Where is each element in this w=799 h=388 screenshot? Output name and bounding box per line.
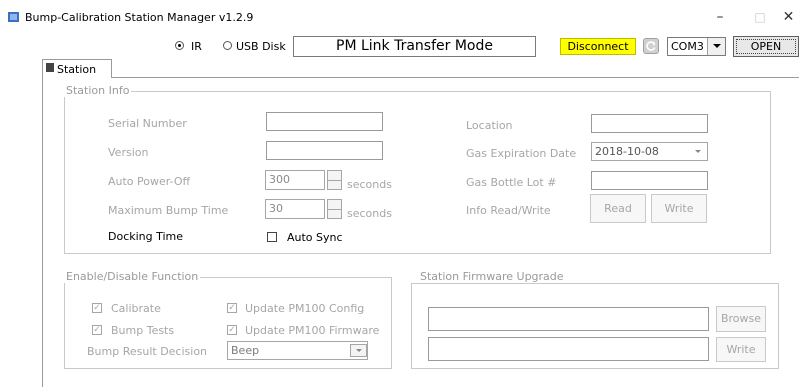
gas-expiration-label: Gas Expiration Date [466,147,577,160]
firmware-status-field[interactable] [428,337,709,361]
update-firmware-label: Update PM100 Firmware [245,324,380,337]
max-bump-time-input[interactable]: 30 [265,199,325,219]
max-bump-time-stepper[interactable] [327,199,342,219]
refresh-icon[interactable] [643,38,659,54]
gas-bottle-lot-label: Gas Bottle Lot # [466,176,557,189]
station-icon [46,63,54,72]
update-firmware-checkbox[interactable]: ✓ [227,325,237,335]
calibrate-label: Calibrate [111,302,161,315]
radio-ir-label: IR [191,40,202,53]
auto-power-off-input[interactable]: 300 [265,170,325,190]
version-label: Version [108,146,149,159]
read-button[interactable]: Read [590,194,646,223]
bump-tests-checkbox[interactable]: ✓ [92,325,102,335]
write-button[interactable]: Write [651,194,707,223]
tab-station-label: Station [57,63,97,76]
max-bump-time-label: Maximum Bump Time [108,204,229,217]
version-field[interactable] [266,141,383,160]
maximize-button[interactable]: □ [745,6,775,28]
bump-tests-label: Bump Tests [111,324,175,337]
auto-sync-label: Auto Sync [287,231,343,244]
radio-usb-disk[interactable] [223,41,232,50]
radio-ir[interactable] [175,41,184,50]
update-config-checkbox[interactable]: ✓ [227,303,237,313]
firmware-upgrade-title: Station Firmware Upgrade [418,270,566,283]
max-bump-time-unit: seconds [347,207,392,220]
station-info-title: Station Info [64,84,132,97]
minimize-button[interactable]: – [705,6,735,28]
location-label: Location [466,119,513,132]
auto-power-off-stepper[interactable] [327,170,342,190]
serial-number-label: Serial Number [108,117,187,130]
chevron-down-icon[interactable] [707,38,725,55]
bump-result-decision-label: Bump Result Decision [87,345,208,358]
docking-time-label: Docking Time [108,230,184,243]
enable-disable-title: Enable/Disable Function [64,270,201,283]
transfer-mode-display: PM Link Transfer Mode [293,36,536,57]
chevron-down-icon[interactable] [689,145,706,158]
connection-status-badge: Disconnect [560,38,636,55]
chevron-down-icon[interactable] [350,344,367,357]
info-read-write-label: Info Read/Write [466,204,551,217]
window-title: Bump-Calibration Station Manager v1.2.9 [25,11,254,24]
firmware-write-button[interactable]: Write [716,337,766,362]
update-config-label: Update PM100 Config [245,302,365,315]
browse-button[interactable]: Browse [716,306,766,332]
serial-number-field[interactable] [266,112,383,131]
bump-result-decision-select[interactable]: Beep [227,341,368,360]
auto-power-off-unit: seconds [347,178,392,191]
location-field[interactable] [591,114,708,133]
auto-power-off-label: Auto Power-Off [108,175,191,188]
open-button-label: OPEN [735,39,797,54]
radio-usb-disk-label: USB Disk [236,40,286,53]
firmware-file-path-field[interactable] [428,307,709,331]
auto-sync-checkbox[interactable] [267,232,277,242]
app-icon [8,12,19,22]
close-button[interactable]: ✕ [778,6,799,28]
open-button[interactable]: OPEN [733,36,799,57]
calibrate-checkbox[interactable]: ✓ [92,303,102,313]
gas-bottle-lot-field[interactable] [591,171,708,190]
